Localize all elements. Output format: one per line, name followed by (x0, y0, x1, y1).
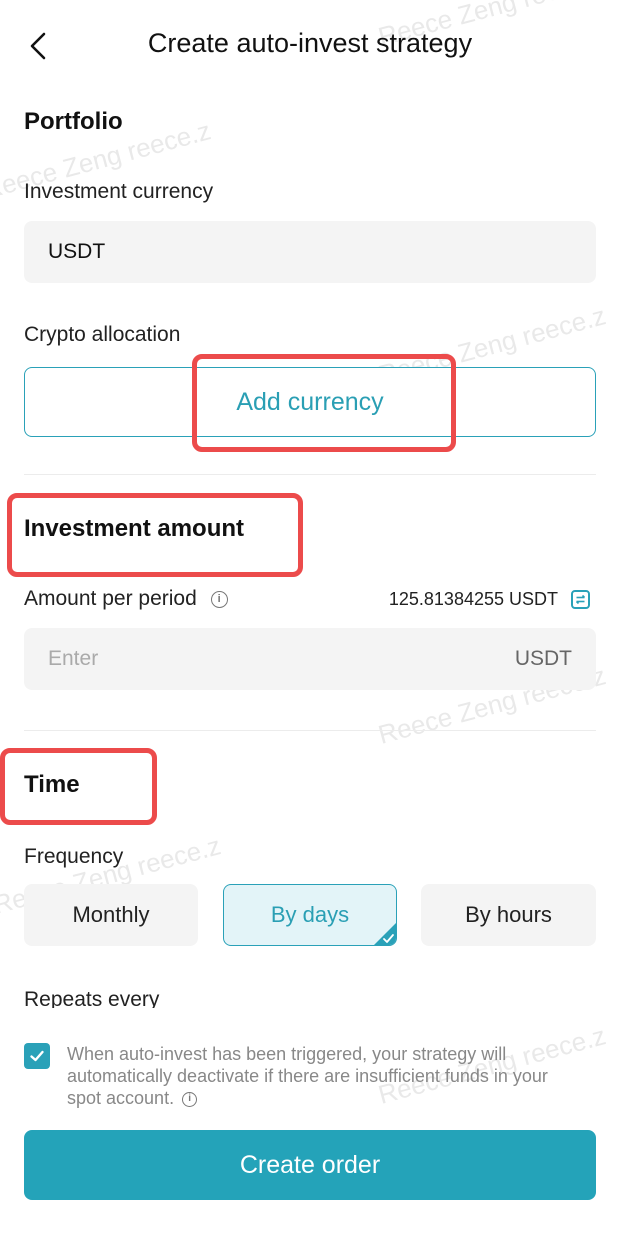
frequency-option-by-hours[interactable]: By hours (421, 884, 596, 946)
frequency-option-monthly[interactable]: Monthly (24, 884, 198, 946)
divider (24, 474, 596, 475)
amount-unit: USDT (514, 647, 572, 670)
create-order-button[interactable]: Create order (24, 1130, 596, 1200)
investment-currency-label: Investment currency (24, 180, 214, 203)
time-section-title: Time (24, 771, 80, 798)
amount-input[interactable]: Enter USDT (24, 628, 596, 690)
frequency-option-label: By hours (465, 902, 552, 927)
frequency-option-label: Monthly (72, 902, 150, 927)
amount-per-period-label: Amount per period i (24, 587, 228, 611)
add-currency-button[interactable]: Add currency (24, 367, 596, 437)
crypto-allocation-label: Crypto allocation (24, 323, 181, 346)
frequency-label: Frequency (24, 845, 124, 868)
repeats-every-label: Repeats every (24, 988, 160, 1008)
frequency-option-by-days[interactable]: By days (223, 884, 397, 946)
swap-icon[interactable] (571, 590, 590, 609)
amount-per-period-text: Amount per period (24, 587, 197, 610)
info-icon[interactable]: i (210, 590, 228, 608)
frequency-option-label: By days (270, 902, 350, 927)
create-order-label: Create order (239, 1150, 381, 1179)
check-icon (30, 1050, 44, 1062)
investment-currency-value: USDT (48, 240, 106, 263)
available-balance: 125.81384255 USDT (388, 589, 558, 609)
selected-check-icon (374, 923, 396, 945)
portfolio-section-title: Portfolio (24, 108, 123, 135)
info-icon[interactable]: i (182, 1091, 198, 1107)
divider (24, 730, 596, 731)
add-currency-label: Add currency (236, 387, 384, 416)
auto-deactivate-checkbox[interactable] (24, 1043, 50, 1069)
page-title: Create auto-invest strategy (147, 28, 473, 58)
auto-deactivate-notice: When auto-invest has been triggered, you… (67, 1043, 577, 1109)
investment-currency-field[interactable]: USDT (24, 221, 596, 283)
amount-placeholder: Enter (48, 647, 99, 670)
repeats-label-clip: Repeats every (24, 988, 324, 1008)
notice-text: When auto-invest has been triggered, you… (67, 1044, 548, 1108)
investment-amount-section-title: Investment amount (24, 515, 245, 542)
